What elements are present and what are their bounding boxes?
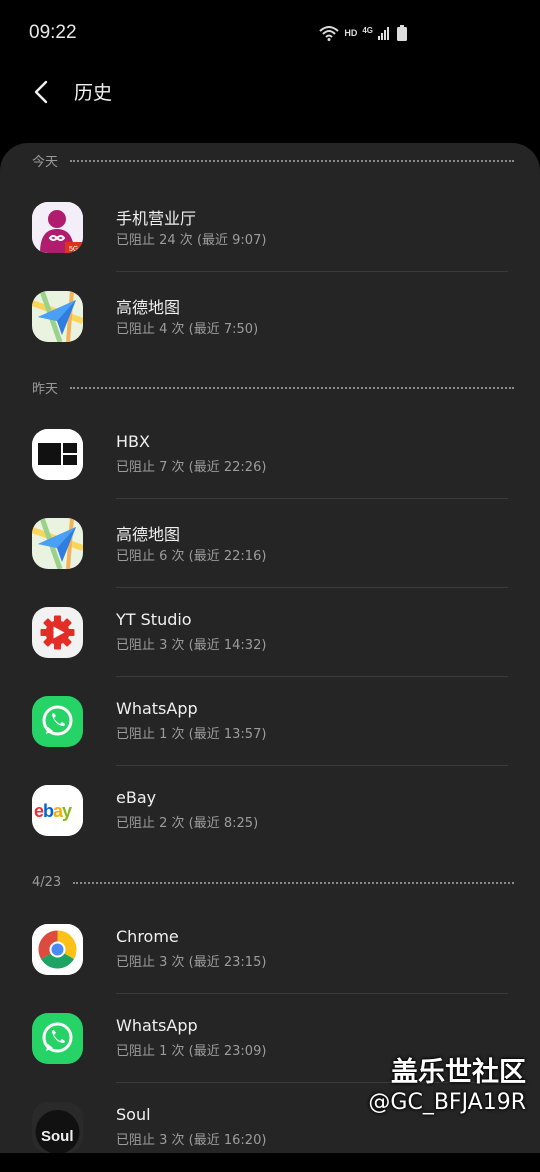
section-divider xyxy=(70,386,514,389)
app-name: 手机营业厅 xyxy=(116,209,197,228)
china-unicom-icon: 5G xyxy=(32,202,83,253)
section-header-today: 今天 xyxy=(32,150,514,170)
amap-icon xyxy=(32,291,83,342)
app-name: 高德地图 xyxy=(116,298,181,317)
block-detail: 已阻止 4 次 (最近 7:50) xyxy=(116,322,259,337)
list-item[interactable]: HBX 已阻止 7 次 (最近 22:26) xyxy=(0,410,540,499)
status-bar: 09:22 HD 4G xyxy=(0,0,540,66)
section-header-4-23: 4/23 xyxy=(32,872,514,892)
section-label: 今天 xyxy=(32,154,59,170)
list-item[interactable]: 高德地图 已阻止 6 次 (最近 22:16) xyxy=(0,499,540,588)
app-bar: 历史 xyxy=(0,66,540,120)
block-detail: 已阻止 3 次 (最近 14:32) xyxy=(116,638,267,653)
status-icons: HD 4G xyxy=(319,24,407,42)
amap-icon xyxy=(32,518,83,569)
whatsapp-icon xyxy=(32,696,83,747)
watermark-title: 盖乐世社区 xyxy=(391,1057,526,1088)
list-item[interactable]: 高德地图 已阻止 4 次 (最近 7:50) xyxy=(0,272,540,361)
section-header-yesterday: 昨天 xyxy=(32,377,514,397)
hd-label: HD xyxy=(344,28,358,38)
app-name: eBay xyxy=(116,788,157,807)
block-detail: 已阻止 6 次 (最近 22:16) xyxy=(116,549,267,564)
soul-icon: Soul xyxy=(32,1102,83,1153)
app-name: Soul xyxy=(116,1105,151,1124)
app-name: 高德地图 xyxy=(116,525,181,544)
list-item[interactable]: Chrome 已阻止 3 次 (最近 23:15) xyxy=(0,905,540,994)
chrome-icon xyxy=(32,924,83,975)
svg-text:Soul: Soul xyxy=(41,1128,74,1145)
app-name: HBX xyxy=(116,432,150,451)
app-name: Chrome xyxy=(116,927,179,946)
battery-icon xyxy=(397,25,407,41)
svg-text:5G: 5G xyxy=(69,246,78,253)
block-detail: 已阻止 1 次 (最近 23:09) xyxy=(116,1044,267,1059)
network-label: 4G xyxy=(362,25,373,35)
block-detail: 已阻止 7 次 (最近 22:26) xyxy=(116,460,267,475)
block-detail: 已阻止 1 次 (最近 13:57) xyxy=(116,727,267,742)
block-detail: 已阻止 3 次 (最近 16:20) xyxy=(116,1133,267,1148)
list-item[interactable]: WhatsApp 已阻止 1 次 (最近 13:57) xyxy=(0,677,540,766)
svg-text:ebay: ebay xyxy=(34,801,72,821)
status-time: 09:22 xyxy=(29,22,77,43)
app-name: WhatsApp xyxy=(116,699,198,718)
block-detail: 已阻止 2 次 (最近 8:25) xyxy=(116,816,259,831)
ebay-icon: ebay xyxy=(32,785,83,836)
list-item[interactable]: YT Studio 已阻止 3 次 (最近 14:32) xyxy=(0,588,540,677)
list-item[interactable]: 5G 手机营业厅 已阻止 24 次 (最近 9:07) xyxy=(0,183,540,272)
app-name: WhatsApp xyxy=(116,1016,198,1035)
page-title: 历史 xyxy=(74,82,113,104)
history-list: 今天 5G 手机营业厅 已阻止 24 次 (最近 9:07) 高德地图 已阻止 … xyxy=(0,143,540,1153)
section-label: 昨天 xyxy=(32,381,59,397)
section-label: 4/23 xyxy=(32,874,62,890)
hbx-icon xyxy=(32,429,83,480)
block-detail: 已阻止 3 次 (最近 23:15) xyxy=(116,955,267,970)
section-divider xyxy=(73,881,514,884)
back-arrow-icon[interactable] xyxy=(28,78,56,106)
signal-icon xyxy=(378,27,389,40)
section-divider xyxy=(70,159,514,162)
yt-studio-icon xyxy=(32,607,83,658)
whatsapp-icon xyxy=(32,1013,83,1064)
app-name: YT Studio xyxy=(116,610,192,629)
watermark-user: @GC_BFJA19R xyxy=(368,1090,526,1115)
wifi-icon xyxy=(319,26,339,41)
block-detail: 已阻止 24 次 (最近 9:07) xyxy=(116,233,267,248)
list-item[interactable]: ebay eBay 已阻止 2 次 (最近 8:25) xyxy=(0,766,540,855)
